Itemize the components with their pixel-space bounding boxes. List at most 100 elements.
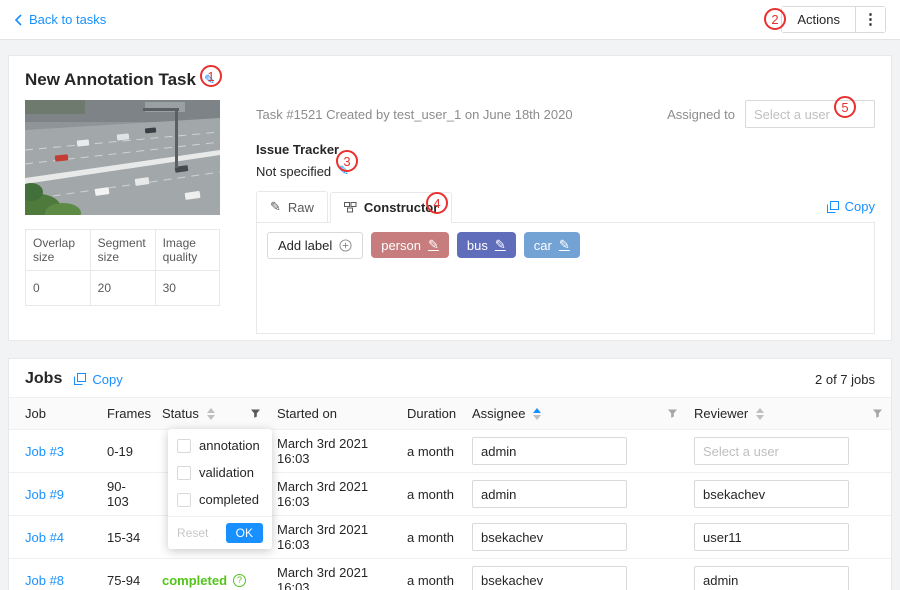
column-header-assignee: Assignee [464, 398, 686, 430]
jobs-card: Jobs Copy 2 of 7 jobs Job Frames Status [8, 358, 892, 590]
param-header-overlap: Overlap size [26, 230, 91, 271]
label-chip-car[interactable]: car ✎ [524, 232, 580, 258]
reviewer-input-job4[interactable] [694, 523, 849, 551]
copy-jobs-link[interactable]: Copy [74, 372, 122, 387]
job-link-9[interactable]: Job #9 [25, 487, 64, 502]
task-preview-column: Overlap size Segment size Image quality … [25, 100, 220, 334]
filter-option-validation-label: validation [199, 465, 254, 480]
jobs-table-header-row: Job Frames Status Started on Duration As… [9, 398, 891, 430]
status-cell: completed ? [154, 559, 269, 590]
filter-reset-link[interactable]: Reset [177, 526, 208, 540]
assigned-to-label: Assigned to [667, 107, 735, 122]
assignee-filter-icon[interactable] [667, 408, 678, 419]
annotation-circle-5: 5 [834, 96, 856, 118]
frames-cell: 0-19 [99, 430, 154, 473]
reviewer-input-job8[interactable] [694, 566, 849, 590]
checkbox-annotation[interactable] [177, 439, 191, 453]
filter-option-annotation[interactable]: annotation [168, 432, 272, 459]
plus-circle-icon [339, 239, 352, 252]
task-meta-text: Task #1521 Created by test_user_1 on Jun… [256, 107, 667, 122]
add-label-button-label: Add label [278, 238, 332, 253]
label-chip-person-name: person [381, 238, 421, 253]
actions-button[interactable]: Actions [782, 7, 855, 32]
status-filter-icon[interactable] [250, 408, 261, 419]
duration-cell: a month [399, 516, 464, 559]
duration-cell: a month [399, 559, 464, 590]
column-header-frames: Frames [99, 398, 154, 430]
copy-icon [74, 373, 86, 385]
frames-cell: 90-103 [99, 473, 154, 516]
constructor-icon [344, 202, 357, 213]
frames-cell: 75-94 [99, 559, 154, 590]
pencil-icon: ✎ [270, 199, 281, 215]
task-preview-image [25, 100, 220, 215]
job-row-9: Job #9 90-103 March 3rd 2021 16:03 a mon… [9, 473, 891, 516]
copy-icon [827, 201, 839, 213]
annotation-circle-1: 1 [200, 65, 222, 87]
column-header-job: Job [9, 398, 99, 430]
job-row-3: Job #3 0-19 March 3rd 2021 16:03 a month [9, 430, 891, 473]
status-completed-text: completed [162, 573, 227, 588]
tab-raw-label: Raw [288, 200, 314, 215]
filter-option-completed[interactable]: completed [168, 486, 272, 513]
label-chip-car-name: car [534, 238, 552, 253]
param-header-quality: Image quality [155, 230, 219, 271]
assignee-sort-icon[interactable] [533, 408, 541, 420]
duration-cell: a month [399, 430, 464, 473]
checkbox-validation[interactable] [177, 466, 191, 480]
jobs-table: Job Frames Status Started on Duration As… [9, 397, 891, 590]
tab-raw[interactable]: ✎ Raw [256, 191, 328, 223]
reviewer-input-job3[interactable] [694, 437, 849, 465]
frames-cell: 15-34 [99, 516, 154, 559]
back-to-tasks-link[interactable]: Back to tasks [14, 12, 106, 27]
question-circle-icon[interactable]: ? [233, 574, 246, 587]
edit-label-person-icon[interactable]: ✎ [428, 237, 439, 253]
column-header-status: Status [154, 398, 269, 430]
assignee-input-job9[interactable] [472, 480, 627, 508]
labels-tabs: ✎ Raw Constructor Copy [256, 191, 875, 222]
jobs-count: 2 of 7 jobs [815, 372, 875, 387]
checkbox-completed[interactable] [177, 493, 191, 507]
column-header-reviewer-label: Reviewer [694, 406, 748, 421]
column-header-duration: Duration [399, 398, 464, 430]
task-details-card: New Annotation Task ✎ [8, 55, 892, 341]
kebab-icon: ⋮ [863, 11, 878, 28]
assignee-input-job8[interactable] [472, 566, 627, 590]
column-header-assignee-label: Assignee [472, 406, 525, 421]
job-row-4: Job #4 15-34 March 3rd 2021 16:03 a mont… [9, 516, 891, 559]
reviewer-sort-icon[interactable] [756, 408, 764, 420]
back-to-tasks-label: Back to tasks [29, 12, 106, 27]
duration-cell: a month [399, 473, 464, 516]
assignee-input-job3[interactable] [472, 437, 627, 465]
copy-labels-label: Copy [845, 199, 875, 214]
job-link-8[interactable]: Job #8 [25, 573, 64, 588]
more-actions-button[interactable]: ⋮ [855, 7, 885, 32]
filter-ok-button[interactable]: OK [226, 523, 263, 543]
label-chip-bus-name: bus [467, 238, 488, 253]
job-link-4[interactable]: Job #4 [25, 530, 64, 545]
copy-jobs-label: Copy [92, 372, 122, 387]
job-row-8: Job #8 75-94 completed ? March 3rd 2021 … [9, 559, 891, 590]
cvat-task-page: Back to tasks Actions ⋮ New Annotation T… [0, 0, 900, 590]
reviewer-filter-icon[interactable] [872, 408, 883, 419]
filter-option-validation[interactable]: validation [168, 459, 272, 486]
labels-constructor-panel: Add label person ✎ bus ✎ car ✎ [256, 222, 875, 334]
column-header-reviewer: Reviewer [686, 398, 891, 430]
job-link-3[interactable]: Job #3 [25, 444, 64, 459]
filter-option-annotation-label: annotation [199, 438, 260, 453]
started-cell: March 3rd 2021 16:03 [269, 559, 399, 590]
param-value-quality: 30 [155, 271, 219, 306]
assignee-input-job4[interactable] [472, 523, 627, 551]
reviewer-input-job9[interactable] [694, 480, 849, 508]
add-label-button[interactable]: Add label [267, 232, 363, 259]
edit-label-car-icon[interactable]: ✎ [559, 237, 570, 253]
status-sort-icon[interactable] [207, 408, 215, 420]
copy-labels-link[interactable]: Copy [827, 199, 875, 214]
label-chip-person[interactable]: person ✎ [371, 232, 449, 258]
status-filter-dropdown: annotation validation completed Reset OK [168, 429, 272, 549]
started-cell: March 3rd 2021 16:03 [269, 516, 399, 559]
task-title: New Annotation Task [25, 70, 196, 90]
started-cell: March 3rd 2021 16:03 [269, 473, 399, 516]
label-chip-bus[interactable]: bus ✎ [457, 232, 516, 258]
edit-label-bus-icon[interactable]: ✎ [495, 237, 506, 253]
